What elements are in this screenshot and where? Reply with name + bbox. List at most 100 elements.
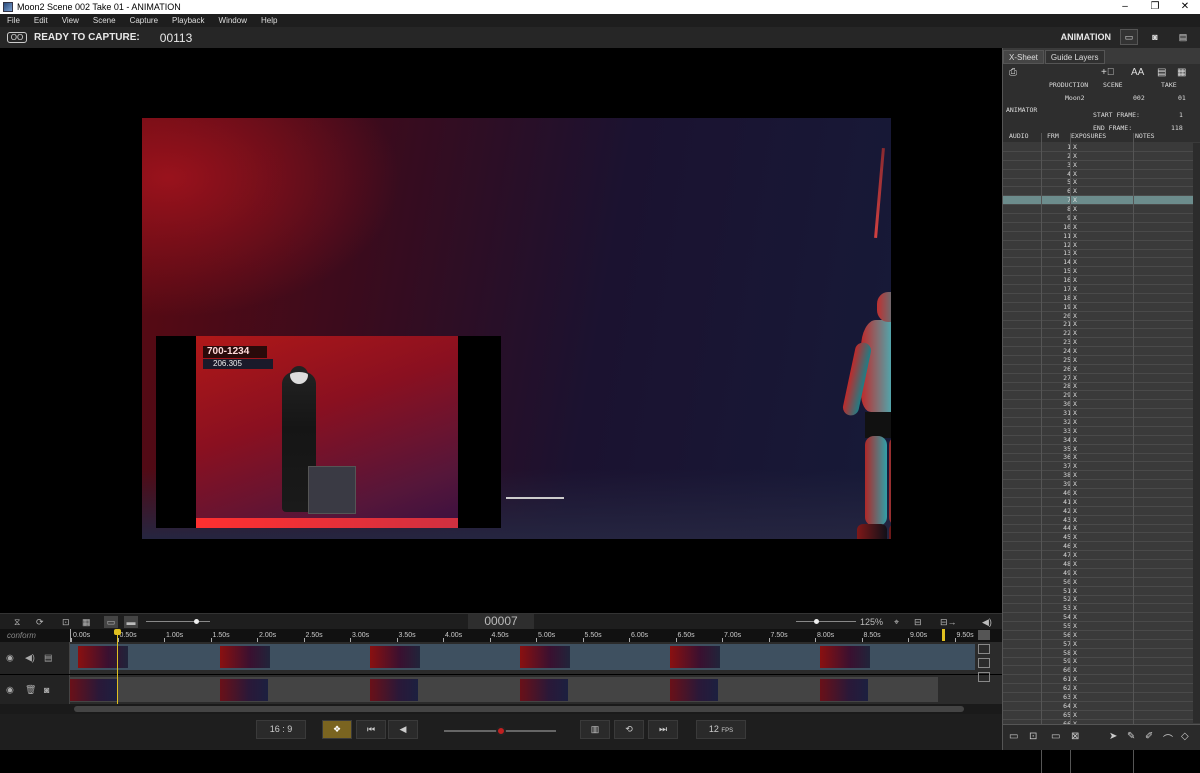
menu-edit[interactable]: Edit (27, 14, 55, 27)
xsheet-row[interactable]: 15 X (1003, 267, 1193, 277)
xsheet-row[interactable]: 64 X (1003, 702, 1193, 711)
menu-capture[interactable]: Capture (123, 14, 165, 27)
pen-tool-icon[interactable]: ✎ (1127, 731, 1135, 742)
xsheet-row[interactable]: 5X (1003, 178, 1193, 188)
xsheet-row[interactable]: 34 X (1003, 436, 1193, 445)
maximize-button[interactable]: ❐ (1140, 0, 1170, 14)
xsheet-row[interactable]: 32 X (1003, 418, 1193, 427)
xsheet-row[interactable]: 53 X (1003, 604, 1193, 614)
capture-thumbnail[interactable] (520, 679, 568, 701)
reference-thumbnail[interactable] (520, 646, 570, 668)
xsheet-row[interactable]: 18 X (1003, 294, 1193, 303)
xsheet-row[interactable]: 38 X (1003, 471, 1193, 481)
xsheet-row[interactable]: 46 X (1003, 542, 1193, 552)
menu-playback[interactable]: Playback (165, 14, 211, 27)
track-visibility-icon[interactable]: ◉ (6, 684, 14, 695)
xsheet-row[interactable]: 50 X (1003, 578, 1193, 587)
xsheet-row[interactable]: 48 X (1003, 560, 1193, 569)
xsheet-row[interactable]: 24 X (1003, 347, 1193, 356)
xsheet-row[interactable]: 14 X (1003, 258, 1193, 268)
step-forward-icon[interactable]: ⏭ (648, 720, 678, 739)
print-icon[interactable]: ⎙ (1009, 67, 1017, 78)
end-marker[interactable] (942, 629, 945, 641)
font-size-icon[interactable]: AA (1131, 67, 1144, 78)
grid-icon[interactable]: ▦ (82, 616, 91, 628)
xsheet-row[interactable]: 56 X (1003, 631, 1193, 640)
track-camera-icon[interactable]: ◙ (44, 685, 49, 695)
xsheet-row[interactable]: 40 X (1003, 489, 1193, 498)
opacity-slider[interactable] (146, 619, 210, 624)
xsheet-row[interactable]: 31 X (1003, 409, 1193, 419)
xsheet-row[interactable]: 8X (1003, 205, 1193, 215)
frame-counter[interactable]: 00007 (468, 614, 534, 629)
reference-thumbnail[interactable] (370, 646, 420, 668)
xsheet-row[interactable]: 63 X (1003, 693, 1193, 702)
playhead[interactable] (114, 629, 121, 704)
xsheet-row[interactable]: 35 X (1003, 445, 1193, 454)
tab-xsheet[interactable]: X-Sheet (1003, 50, 1044, 64)
mask-icon[interactable]: ▭ (104, 616, 118, 628)
rotate-icon[interactable]: ⟳ (36, 616, 44, 628)
pointer-tool-icon[interactable]: ➤ (1109, 731, 1117, 742)
zoom-slider[interactable] (796, 619, 856, 624)
reference-thumbnail[interactable] (220, 646, 270, 668)
camera-view-icon[interactable]: ◙ (1146, 29, 1164, 45)
close-button[interactable]: ✕ (1170, 0, 1200, 14)
xsheet-row[interactable]: 51 X (1003, 587, 1193, 596)
eraser-tool-icon[interactable]: ◇ (1181, 731, 1189, 742)
xsheet-row[interactable]: 45 X (1003, 533, 1193, 543)
reference-video[interactable]: 700-1234 206.305 (156, 336, 501, 528)
xsheet-row[interactable]: 52 X (1003, 595, 1193, 605)
xsheet-row[interactable]: 17 X (1003, 285, 1193, 294)
xsheet-row[interactable]: 55 X (1003, 622, 1193, 631)
capture-thumbnail[interactable] (820, 679, 868, 701)
reference-thumbnail[interactable] (78, 646, 128, 668)
menu-file[interactable]: File (0, 14, 27, 27)
xsheet-row[interactable]: 57 X (1003, 640, 1193, 649)
track-film-icon[interactable]: ▤ (44, 653, 53, 664)
xsheet-row[interactable]: 20 X (1003, 312, 1193, 321)
xsheet-row[interactable]: 36 X (1003, 453, 1193, 463)
xsheet-row[interactable]: 39 X (1003, 480, 1193, 490)
xsheet-row[interactable]: 26 X (1003, 365, 1193, 374)
xsheet-row[interactable]: 29 X (1003, 391, 1193, 401)
fps-button[interactable]: 12 FPS (696, 720, 746, 739)
xsheet-row[interactable]: 30 X (1003, 400, 1193, 410)
track-tool-icon[interactable] (978, 658, 990, 668)
play-reverse-icon[interactable]: ◀ (388, 720, 418, 739)
capture-viewer[interactable]: 700-1234 206.305 (0, 48, 1002, 613)
flip-icon[interactable]: ⧖ (14, 616, 20, 628)
track-audio-icon[interactable]: ◀) (25, 653, 35, 664)
track-tool-icon[interactable] (978, 644, 990, 654)
xsheet-row[interactable]: 61 X (1003, 675, 1193, 685)
xsheet-row[interactable]: 27 X (1003, 374, 1193, 383)
capture-thumbnail[interactable] (370, 679, 418, 701)
capture-thumbnail[interactable] (70, 679, 118, 701)
xsheet-row[interactable]: 21 X (1003, 320, 1193, 330)
fit-icon[interactable]: ⊟ (914, 616, 922, 628)
menu-view[interactable]: View (55, 14, 86, 27)
xsheet-row[interactable]: 6X (1003, 187, 1193, 197)
safe-area-icon[interactable]: ⊡ (62, 616, 70, 628)
xsheet-row[interactable]: 13 X (1003, 249, 1193, 259)
timeline-ruler[interactable]: conform 0.00s 0.50s 1.00s 1.50s 2.00s 2.50s 3.… (0, 629, 1002, 642)
loop-icon[interactable]: ⟲ (614, 720, 644, 739)
xsheet-row[interactable]: 49 X (1003, 569, 1193, 578)
letterbox-icon[interactable]: ▬ (124, 616, 138, 628)
detail-view-icon[interactable]: ▦ (1177, 67, 1186, 78)
xsheet-row[interactable]: 65 X (1003, 711, 1193, 720)
reference-lane[interactable] (70, 644, 975, 670)
xsheet-row[interactable]: 11 X (1003, 232, 1193, 241)
xsheet-scrollbar[interactable] (1193, 143, 1200, 723)
menu-window[interactable]: Window (212, 14, 254, 27)
capture-thumbnail[interactable] (220, 679, 268, 701)
xsheet-row[interactable]: 10 X (1003, 223, 1193, 232)
monitor-view-icon[interactable]: ▭ (1120, 29, 1138, 45)
capture-mode-button[interactable]: ❖ (322, 720, 352, 739)
sheet-view-icon[interactable]: ▤ (1157, 67, 1166, 78)
onion-skin-icon[interactable]: OO (7, 32, 27, 43)
mask-tool-icon[interactable]: ⊠ (1071, 731, 1079, 742)
xsheet-row[interactable]: 60 X (1003, 666, 1193, 676)
export-icon[interactable]: ⊟→ (940, 616, 957, 628)
add-column-icon[interactable]: +⃞ (1101, 67, 1114, 78)
